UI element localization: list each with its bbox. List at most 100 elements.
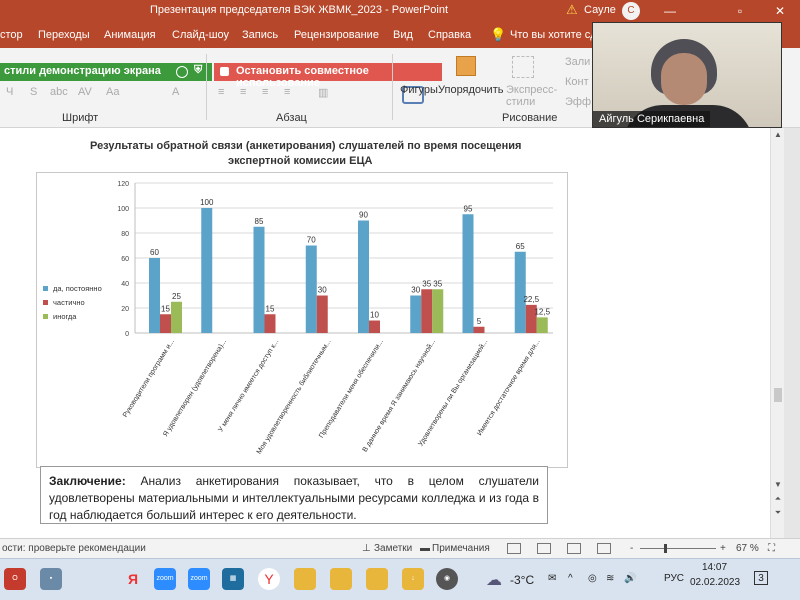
effects-label[interactable]: Эфф: [565, 96, 591, 108]
slide-area: Результаты обратной связи (анкетирования…: [0, 128, 800, 538]
bar: [253, 226, 265, 333]
calculator-icon[interactable]: ▦: [222, 568, 244, 590]
downloads-folder-icon[interactable]: ↓: [402, 568, 424, 590]
clock-time[interactable]: 14:07: [702, 562, 727, 573]
app-tray-icon[interactable]: ◎: [588, 573, 597, 584]
user-name[interactable]: Сауле: [584, 4, 616, 16]
chart-title-line1: Результаты обратной связи (анкетирования…: [90, 140, 522, 152]
fit-to-window-icon[interactable]: ⛶: [768, 543, 775, 554]
opera-icon[interactable]: O: [4, 568, 26, 590]
language-indicator[interactable]: РУС: [664, 573, 684, 584]
arrange-label[interactable]: Упорядочить: [438, 84, 503, 96]
italic-icon[interactable]: Ч: [6, 86, 13, 98]
x-tick-label: Руководители программ и...: [122, 338, 176, 419]
vertical-scrollbar[interactable]: ▲ ▼ ⏶ ⏷: [770, 128, 784, 538]
change-case-icon[interactable]: Aa: [106, 86, 119, 98]
weather-temp[interactable]: -3°C: [510, 573, 534, 587]
zoom-slider-handle[interactable]: [664, 544, 667, 553]
quick-styles-icon[interactable]: [512, 56, 534, 78]
x-tick-label: Я удовлетворен (удовлетворена)...: [162, 338, 228, 438]
bar-chart: 020406080100120601525Руководители програ…: [43, 181, 553, 456]
tab-record[interactable]: Запись: [242, 29, 278, 41]
folder-icon[interactable]: [294, 568, 316, 590]
wifi-icon[interactable]: ≋: [606, 573, 614, 584]
bar: [432, 289, 444, 333]
slide-sorter-icon[interactable]: [537, 543, 551, 554]
avatar[interactable]: С: [622, 2, 640, 20]
network-tray-icon[interactable]: ✉: [548, 573, 556, 584]
video-tile[interactable]: Айгуль Серикпаевна: [592, 22, 782, 128]
abc-strike-icon[interactable]: abc: [50, 86, 68, 98]
notifications-icon[interactable]: 3: [754, 571, 768, 585]
lightbulb-icon[interactable]: 💡: [490, 27, 506, 43]
data-label: 100: [200, 198, 214, 207]
zoom-slider[interactable]: [640, 548, 716, 549]
zoom-level[interactable]: 67 %: [736, 543, 759, 554]
normal-view-icon[interactable]: [507, 543, 521, 554]
folder-icon[interactable]: [330, 568, 352, 590]
next-slide-icon[interactable]: ⏷: [773, 508, 783, 518]
comments-icon[interactable]: ▬: [420, 543, 430, 554]
screen-share-bar[interactable]: стили демонстрацию экрана ⛨: [0, 63, 212, 81]
tab-view[interactable]: Вид: [393, 29, 413, 41]
y-tick-label: 60: [121, 256, 129, 263]
warning-icon[interactable]: ⚠: [566, 2, 578, 18]
volume-icon[interactable]: 🔊: [624, 573, 636, 584]
weather-icon[interactable]: ☁: [486, 570, 502, 590]
chart-title-line2: экспертной комиссии ЕЦА: [228, 155, 373, 167]
clock-date[interactable]: 02.02.2023: [690, 577, 740, 588]
tab-constructor[interactable]: стор: [0, 29, 23, 41]
comments-button[interactable]: Примечания: [432, 543, 490, 554]
shapes-label[interactable]: Фигуры: [400, 84, 438, 96]
strikethrough-icon[interactable]: S: [30, 86, 37, 98]
media-player-icon[interactable]: ◉: [436, 568, 458, 590]
show-hidden-icons[interactable]: ^: [568, 573, 573, 584]
tab-transitions[interactable]: Переходы: [38, 29, 90, 41]
yandex-icon[interactable]: Я: [122, 568, 144, 590]
slide[interactable]: Результаты обратной связи (анкетирования…: [0, 128, 770, 538]
justify-icon[interactable]: ≡: [284, 86, 290, 98]
zoom-in-button[interactable]: +: [720, 543, 726, 554]
tab-review[interactable]: Рецензирование: [294, 29, 379, 41]
stop-sharing-button[interactable]: Остановить совместное использование: [214, 63, 442, 89]
scroll-thumb[interactable]: [774, 388, 782, 402]
tell-me-search[interactable]: Что вы хотите сде: [510, 29, 603, 41]
close-button[interactable]: ✕: [770, 2, 790, 20]
notes-button[interactable]: Заметки: [374, 543, 412, 554]
bar: [201, 208, 213, 333]
previous-slide-icon[interactable]: ⏶: [773, 494, 783, 504]
screen-share-label: стили демонстрацию экрана: [4, 65, 161, 77]
slideshow-view-icon[interactable]: [597, 543, 611, 554]
quick-styles-label[interactable]: Экспресс- стили: [506, 84, 557, 108]
align-right-icon[interactable]: ≡: [262, 86, 268, 98]
zoom-out-button[interactable]: -: [630, 543, 633, 554]
notes-icon[interactable]: ⊥: [362, 543, 371, 554]
data-label: 90: [359, 211, 368, 220]
scroll-down-icon[interactable]: ▼: [773, 480, 783, 489]
accessibility-status[interactable]: ости: проверьте рекомендации: [2, 543, 146, 554]
font-color-icon[interactable]: A: [172, 86, 179, 98]
columns-icon[interactable]: ▥: [318, 86, 328, 99]
tab-slideshow[interactable]: Слайд-шоу: [172, 29, 229, 41]
arrange-icon[interactable]: [456, 56, 476, 76]
taskbar-app-icon[interactable]: ▪: [40, 568, 62, 590]
tab-help[interactable]: Справка: [428, 29, 471, 41]
align-center-icon[interactable]: ≡: [240, 86, 246, 98]
yandex-browser-icon[interactable]: Y: [258, 568, 280, 590]
scroll-up-icon[interactable]: ▲: [773, 130, 783, 139]
y-tick-label: 80: [121, 231, 129, 238]
char-spacing-icon[interactable]: AV: [78, 86, 92, 98]
tab-animation[interactable]: Анимация: [104, 29, 156, 41]
y-tick-label: 0: [125, 331, 129, 338]
minimize-button[interactable]: —: [660, 2, 680, 20]
outline-label[interactable]: Конт: [565, 76, 589, 88]
x-tick-label: Преподаватели меня обеспечили...: [317, 338, 385, 440]
align-left-icon[interactable]: ≡: [218, 86, 224, 98]
fill-label[interactable]: Зали: [565, 56, 590, 68]
zoom-icon[interactable]: zoom: [154, 568, 176, 590]
data-label: 5: [477, 317, 482, 326]
zoom-icon[interactable]: zoom: [188, 568, 210, 590]
folder-icon[interactable]: [366, 568, 388, 590]
reading-view-icon[interactable]: [567, 543, 581, 554]
restore-button[interactable]: ▫: [730, 2, 750, 20]
